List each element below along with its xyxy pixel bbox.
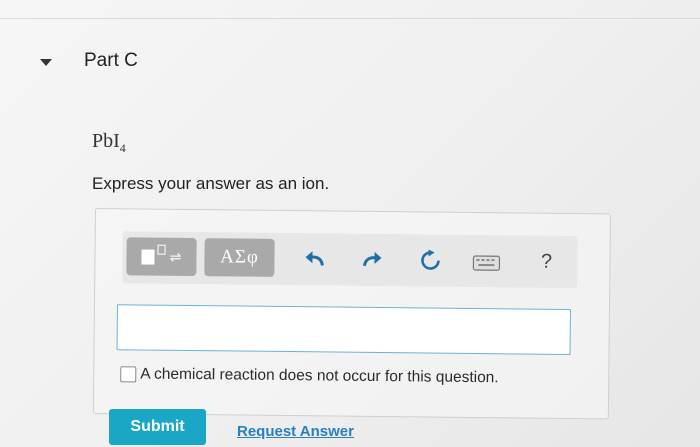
symbols-button[interactable]: ΑΣφ [204,238,275,277]
answer-panel: ⇌ ΑΣφ ? A chemical reaction does not occ… [92,208,611,420]
answer-input[interactable] [116,304,571,355]
undo-icon[interactable] [300,245,328,273]
redo-icon[interactable] [358,246,386,274]
submit-button[interactable]: Submit [109,409,206,445]
math-toolbar: ⇌ ΑΣφ ? [122,231,578,289]
keyboard-icon[interactable] [472,249,501,277]
formula-subscript: 4 [119,141,126,155]
request-answer-link[interactable]: Request Answer [237,423,354,440]
reset-icon[interactable] [416,246,444,274]
templates-icon: ⇌ [141,244,181,265]
formula-base: PbI [92,130,120,152]
collapse-caret-icon[interactable] [40,58,52,66]
no-reaction-checkbox[interactable] [120,366,137,383]
section-divider [0,18,700,19]
part-header[interactable]: Part C [40,50,138,72]
templates-button[interactable]: ⇌ [126,237,197,277]
help-icon[interactable]: ? [532,248,560,276]
no-reaction-option[interactable]: A chemical reaction does not occur for t… [120,365,499,387]
question-instruction: Express your answer as an ion. [92,174,330,193]
no-reaction-label: A chemical reaction does not occur for t… [140,365,499,387]
part-title: Part C [84,50,138,71]
question-formula: PbI4 [92,130,126,156]
